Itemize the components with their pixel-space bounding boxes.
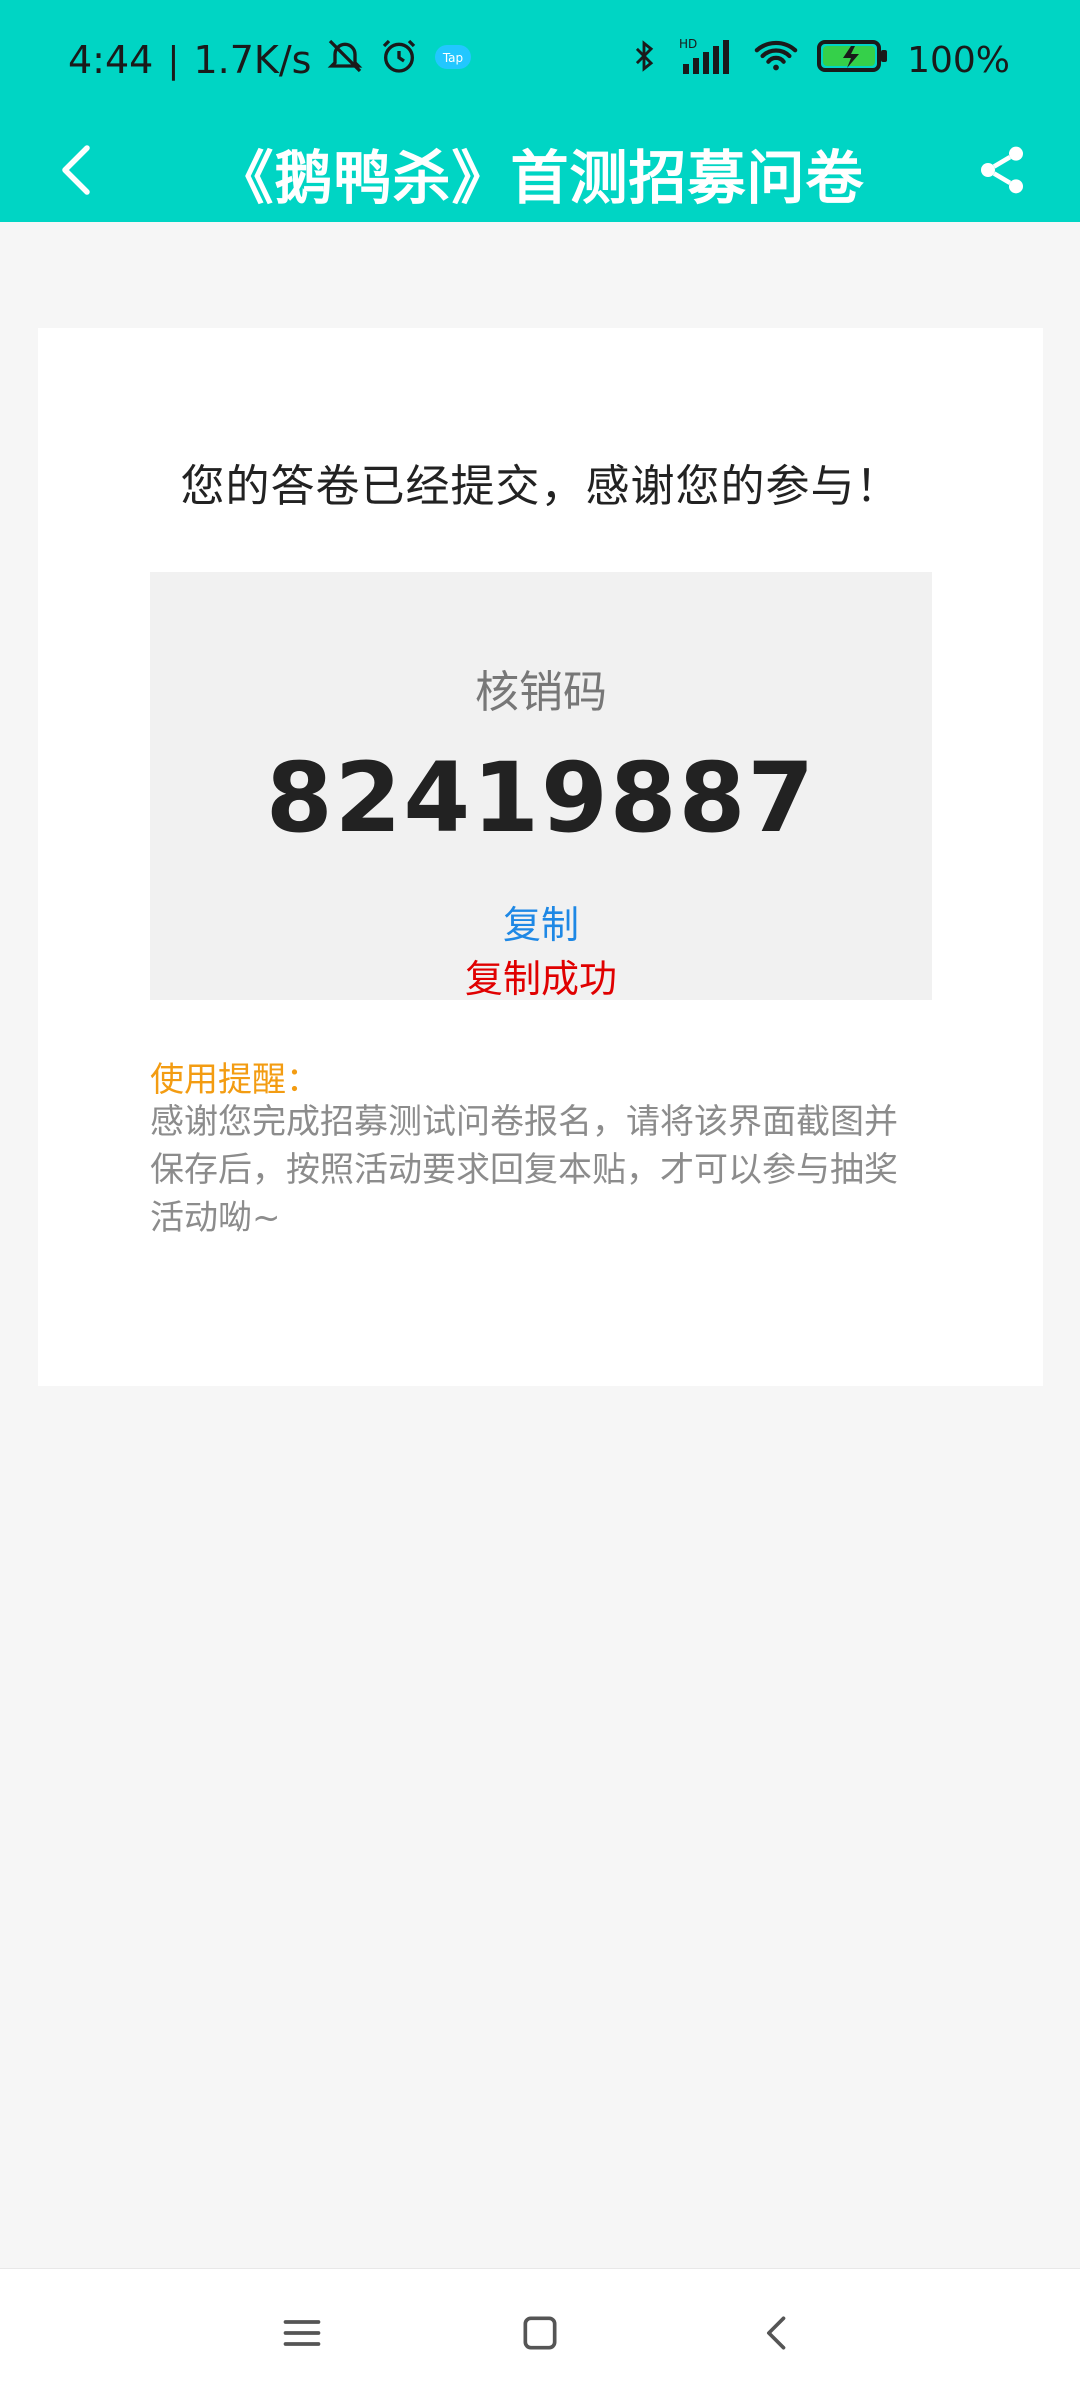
verification-code-box: 核销码 82419887 复制 复制成功 [150, 572, 932, 1001]
header: 4:44 | 1.7K/s Tap HD 100% 《鹅鸭杀》首测招募问卷 [0, 0, 1080, 222]
wifi-icon [753, 36, 799, 85]
status-bar: 4:44 | 1.7K/s Tap HD 100% [0, 0, 1080, 120]
submission-message: 您的答卷已经提交，感谢您的参与！ [180, 461, 901, 512]
battery-icon [817, 36, 889, 85]
copy-success-message: 复制成功 [464, 957, 617, 1001]
nav-back-button[interactable] [746, 2303, 810, 2367]
status-right: HD 100% [627, 30, 1010, 90]
code-label: 核销码 [475, 667, 607, 718]
mute-bell-icon [325, 36, 365, 85]
share-icon [974, 142, 1030, 202]
back-arrow-icon [54, 140, 98, 204]
usage-tip-title: 使用提醒： [150, 1060, 320, 1100]
status-divider: | [167, 39, 180, 81]
page-title: 《鹅鸭杀》首测招募问卷 [215, 144, 865, 212]
result-card: 您的答卷已经提交，感谢您的参与！ 核销码 82419887 复制 复制成功 使用… [38, 328, 1043, 1386]
alarm-icon [379, 36, 419, 85]
menu-icon [280, 2311, 324, 2359]
copy-button[interactable]: 复制 [150, 894, 932, 949]
nav-back-icon [756, 2311, 800, 2359]
home-button[interactable] [508, 2303, 572, 2367]
app-bar: 《鹅鸭杀》首测招募问卷 [0, 120, 1080, 222]
svg-text:Tap: Tap [442, 51, 463, 65]
status-left: 4:44 | 1.7K/s Tap [68, 30, 473, 90]
home-icon [518, 2311, 562, 2359]
svg-text:HD: HD [679, 37, 697, 51]
tap-app-icon: Tap [433, 38, 473, 82]
battery-percent: 100% [907, 39, 1010, 81]
system-nav-bar [0, 2268, 1080, 2400]
screen: 4:44 | 1.7K/s Tap HD 100% 《鹅鸭杀》首测招募问卷 您的… [0, 0, 1080, 2400]
menu-button[interactable] [270, 2303, 334, 2367]
back-button[interactable] [46, 142, 106, 202]
share-button[interactable] [966, 136, 1038, 208]
cellular-signal-icon: HD [679, 36, 735, 85]
verification-code: 82419887 [265, 742, 817, 854]
status-time: 4:44 [68, 38, 154, 82]
network-speed: 1.7K/s [193, 38, 312, 82]
bluetooth-icon [627, 36, 661, 85]
usage-tip-text: 感谢您完成招募测试问卷报名，请将该界面截图并保存后，按照活动要求回复本贴，才可以… [150, 1102, 898, 1238]
